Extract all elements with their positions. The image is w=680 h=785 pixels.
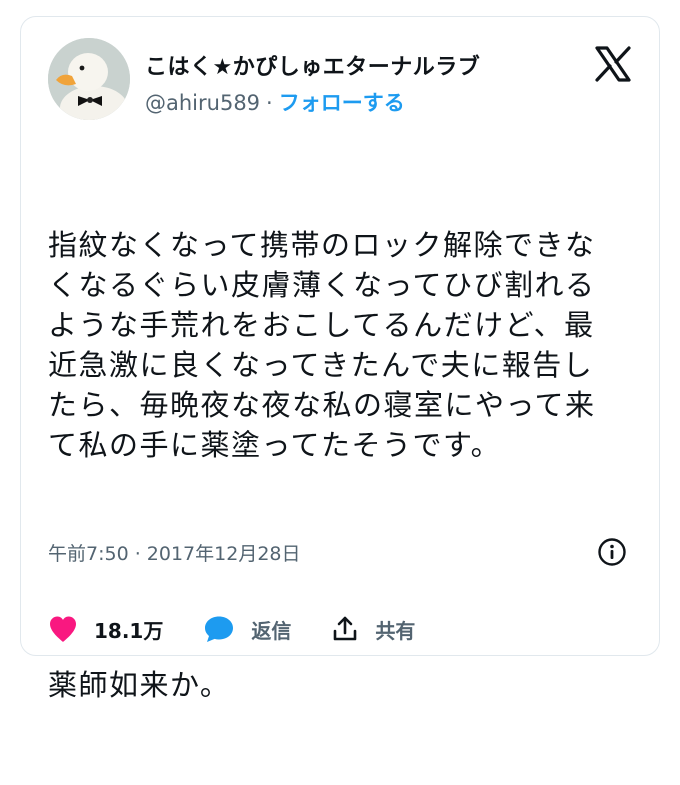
heart-icon [50, 616, 76, 642]
reply-bubble-icon [205, 616, 234, 642]
avatar[interactable] [48, 38, 130, 120]
share-label: 共有 [375, 618, 416, 643]
handle-row: @ahiru589 · フォローする [145, 87, 405, 117]
duck-avatar-icon [48, 38, 130, 120]
separator-dot: · [266, 91, 273, 115]
info-icon[interactable] [597, 537, 627, 567]
like-count: 18.1万 [94, 618, 164, 643]
x-logo-icon[interactable] [594, 45, 632, 83]
reply-button[interactable]: 返信 [203, 615, 291, 644]
tweet-timestamp[interactable]: 午前7:50 · 2017年12月28日 [48, 539, 301, 566]
display-name[interactable]: こはく★かぴしゅエターナルラブ [145, 49, 480, 81]
tweet-text-body: 指紋なくなって携帯のロック解除できなくなるぐらい皮膚薄くなってひび割れるような手… [48, 228, 596, 462]
user-handle[interactable]: @ahiru589 [145, 91, 260, 115]
like-button[interactable]: 18.1万 [48, 615, 163, 644]
tweet-text-closing: 薬師如来か。 [48, 668, 231, 702]
share-upload-icon [334, 616, 357, 641]
follow-button[interactable]: フォローする [279, 91, 405, 115]
tweet-text: 指紋なくなって携帯のロック解除できなくなるぐらい皮膚薄くなってひび割れるような手… [48, 145, 623, 785]
reply-label: 返信 [251, 618, 292, 643]
share-button[interactable]: 共有 [331, 615, 415, 644]
tweet-card: こはく★かぴしゅエターナルラブ @ahiru589 · フォローする 指紋なくなって… [20, 16, 660, 702]
action-bar: 18.1万 返信 共有 [48, 609, 415, 649]
